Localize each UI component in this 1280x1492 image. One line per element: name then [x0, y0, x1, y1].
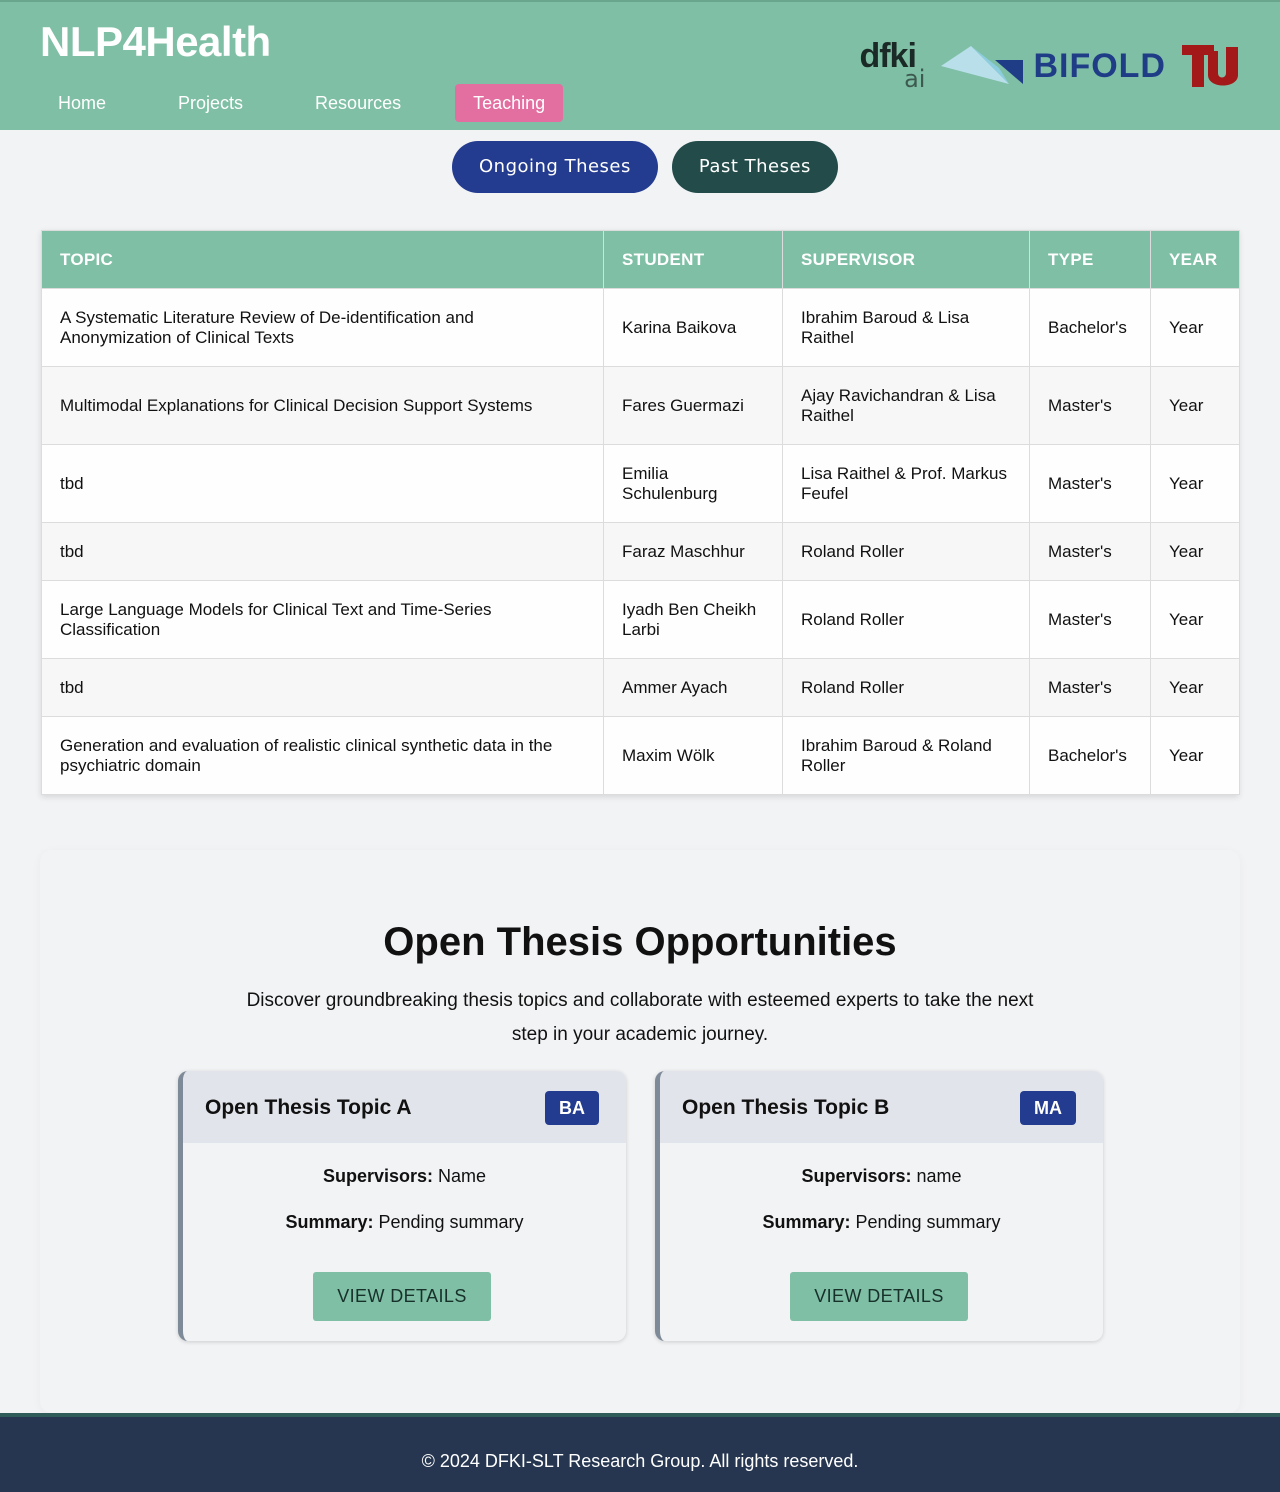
cell-type: Master's: [1029, 580, 1151, 659]
thesis-card: Open Thesis Topic B MA Supervisors: name…: [655, 1071, 1103, 1341]
cell-topic: Large Language Models for Clinical Text …: [41, 580, 604, 659]
open-thesis-section: Open Thesis Opportunities Discover groun…: [40, 850, 1240, 1413]
cell-supervisor: Ajay Ravichandran & Lisa Raithel: [782, 366, 1030, 445]
partner-logos: dfki ai BIFOLD: [859, 38, 1240, 94]
section-title: Open Thesis Opportunities: [383, 920, 897, 964]
column-header-type: TYPE: [1029, 230, 1151, 289]
cell-student: Faraz Maschhur: [603, 522, 783, 581]
ongoing-theses-button[interactable]: Ongoing Theses: [452, 141, 658, 193]
summary-label: Summary:: [285, 1212, 374, 1232]
table-row: tbd Faraz Maschhur Roland Roller Master'…: [41, 522, 1240, 581]
tu-berlin-logo-icon[interactable]: [1180, 43, 1240, 89]
column-header-topic: TOPIC: [41, 230, 604, 289]
cell-year: Year: [1150, 522, 1240, 581]
summary-value: Pending summary: [855, 1212, 1001, 1232]
nav-item-home[interactable]: Home: [40, 84, 124, 122]
view-details-button[interactable]: VIEW DETAILS: [313, 1272, 491, 1321]
nav-item-teaching[interactable]: Teaching: [455, 84, 564, 122]
cell-type: Master's: [1029, 658, 1151, 717]
cell-year: Year: [1150, 580, 1240, 659]
cell-topic: Generation and evaluation of realistic c…: [41, 716, 604, 795]
card-supervisors: Supervisors: name: [660, 1166, 1103, 1187]
cell-student: Karina Baikova: [603, 288, 783, 367]
cell-supervisor: Ibrahim Baroud & Roland Roller: [782, 716, 1030, 795]
bifold-mark-icon: [941, 46, 1024, 84]
dfki-logo-ai: ai: [904, 65, 926, 93]
bifold-logo[interactable]: BIFOLD: [1033, 47, 1166, 86]
cell-student: Maxim Wölk: [603, 716, 783, 795]
table-row: Large Language Models for Clinical Text …: [41, 580, 1240, 659]
cell-topic: tbd: [41, 444, 604, 523]
table-row: tbd Emilia Schulenburg Lisa Raithel & Pr…: [41, 444, 1240, 523]
thesis-card: Open Thesis Topic A BA Supervisors: Name…: [178, 1071, 626, 1341]
cell-type: Master's: [1029, 366, 1151, 445]
table-row: Multimodal Explanations for Clinical Dec…: [41, 366, 1240, 445]
table-row: Generation and evaluation of realistic c…: [41, 716, 1240, 795]
cell-type: Master's: [1029, 522, 1151, 581]
cell-student: Fares Guermazi: [603, 366, 783, 445]
view-details-button[interactable]: VIEW DETAILS: [790, 1272, 968, 1321]
supervisors-label: Supervisors:: [322, 1166, 433, 1186]
cell-year: Year: [1150, 288, 1240, 367]
past-theses-button[interactable]: Past Theses: [671, 141, 838, 193]
cell-topic: A Systematic Literature Review of De-ide…: [41, 288, 604, 367]
cell-topic: Multimodal Explanations for Clinical Dec…: [41, 366, 604, 445]
site-title[interactable]: NLP4Health: [40, 18, 271, 66]
card-title: Open Thesis Topic B: [682, 1096, 890, 1119]
cell-topic: tbd: [41, 522, 604, 581]
degree-badge: MA: [1020, 1091, 1076, 1125]
nav-item-projects[interactable]: Projects: [160, 84, 261, 122]
cell-supervisor: Roland Roller: [782, 522, 1030, 581]
cell-year: Year: [1150, 716, 1240, 795]
theses-table: TOPIC STUDENT SUPERVISOR TYPE YEAR A Sys…: [41, 230, 1240, 795]
cell-supervisor: Roland Roller: [782, 580, 1030, 659]
table-header-row: TOPIC STUDENT SUPERVISOR TYPE YEAR: [41, 230, 1240, 289]
card-header: Open Thesis Topic A BA: [183, 1071, 626, 1143]
main-nav: Home Projects Resources Teaching: [40, 84, 599, 122]
cell-supervisor: Ibrahim Baroud & Lisa Raithel: [782, 288, 1030, 367]
nav-item-resources[interactable]: Resources: [297, 84, 419, 122]
table-row: A Systematic Literature Review of De-ide…: [41, 288, 1240, 367]
summary-value: Pending summary: [378, 1212, 524, 1232]
section-subtitle: Discover groundbreaking thesis topics an…: [246, 990, 1034, 1045]
supervisors-value: Name: [438, 1166, 487, 1186]
dfki-logo[interactable]: dfki ai: [859, 39, 925, 93]
card-header: Open Thesis Topic B MA: [660, 1071, 1103, 1143]
cell-year: Year: [1150, 444, 1240, 523]
cell-type: Master's: [1029, 444, 1151, 523]
cell-supervisor: Roland Roller: [782, 658, 1030, 717]
site-footer: © 2024 DFKI-SLT Research Group. All righ…: [0, 1413, 1280, 1492]
copyright-text: © 2024 DFKI-SLT Research Group. All righ…: [421, 1451, 859, 1471]
supervisors-value: name: [916, 1166, 962, 1186]
cell-topic: tbd: [41, 658, 604, 717]
card-summary: Summary: Pending summary: [660, 1212, 1103, 1233]
column-header-supervisor: SUPERVISOR: [782, 230, 1030, 289]
column-header-year: YEAR: [1150, 230, 1240, 289]
summary-label: Summary:: [762, 1212, 851, 1232]
cell-type: Bachelor's: [1029, 716, 1151, 795]
cell-type: Bachelor's: [1029, 288, 1151, 367]
degree-badge: BA: [545, 1091, 599, 1125]
table-row: tbd Ammer Ayach Roland Roller Master's Y…: [41, 658, 1240, 717]
site-header: NLP4Health Home Projects Resources Teach…: [0, 0, 1280, 130]
supervisors-label: Supervisors:: [801, 1166, 912, 1186]
cell-student: Ammer Ayach: [603, 658, 783, 717]
card-title: Open Thesis Topic A: [205, 1096, 412, 1119]
cell-student: Iyadh Ben Cheikh Larbi: [603, 580, 783, 659]
card-summary: Summary: Pending summary: [183, 1212, 626, 1233]
cell-supervisor: Lisa Raithel & Prof. Markus Feufel: [782, 444, 1030, 523]
cell-year: Year: [1150, 366, 1240, 445]
column-header-student: STUDENT: [603, 230, 783, 289]
cell-year: Year: [1150, 658, 1240, 717]
cell-student: Emilia Schulenburg: [603, 444, 783, 523]
thesis-toggle-group: Ongoing Theses Past Theses: [452, 141, 838, 193]
card-supervisors: Supervisors: Name: [183, 1166, 626, 1187]
